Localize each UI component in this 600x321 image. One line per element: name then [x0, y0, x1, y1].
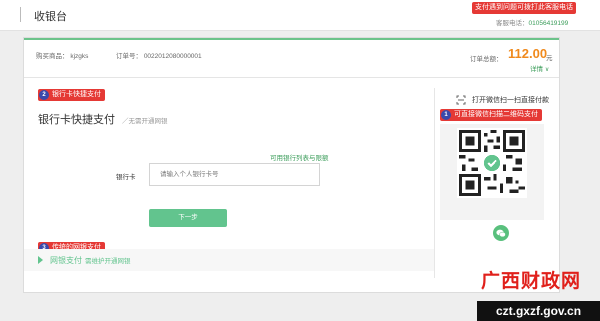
order-number-value: 0022012080000001: [143, 53, 202, 60]
netbank-subtitle: 需维护开通网银: [85, 258, 131, 265]
help-annotation: 支付遇到问题可拨打此客服电话: [472, 2, 576, 14]
annotation-number-badge: 1: [441, 110, 451, 120]
order-detail-link[interactable]: 详情 ∨: [530, 63, 549, 73]
detail-link-label: 详情: [530, 66, 543, 73]
support-phone: 客服电话：01056419199: [496, 17, 568, 27]
wechat-scan-text: 打开微信扫一扫直接付款: [472, 97, 549, 104]
netbank-option[interactable]: 网银支付 需维护开通网银: [24, 249, 434, 271]
page-title: 收银台: [34, 11, 67, 23]
site-domain: czt.gxzf.gov.cn: [477, 301, 600, 321]
bank-pay-title: 银行卡快捷支付: [38, 114, 115, 126]
qr-panel: [440, 124, 544, 220]
site-logo: 广西财政网: [481, 270, 582, 292]
top-bar: 收银台 支付遇到问题可拨打此客服电话 客服电话：01056419199: [0, 0, 600, 31]
bank-card-input[interactable]: [149, 163, 320, 186]
support-phone-number: 01056419199: [528, 20, 569, 27]
column-divider: [434, 88, 435, 278]
checkout-card: 购买商品： kjzgks 订单号： 0022012080000001 订单总额：…: [23, 37, 560, 293]
annotation-text: 可直接微信扫描二维码支付: [454, 111, 538, 118]
annotation-bank-quick: 2 银行卡快捷支付: [38, 89, 105, 101]
goods-info: 购买商品： kjzgks: [36, 50, 88, 60]
total-label: 订单总额：: [470, 56, 503, 63]
bank-pay-subtitle: ／无需开通网银: [122, 118, 168, 125]
bank-card-label: 银行卡: [116, 174, 136, 181]
wechat-scan-header: 打开微信扫一扫直接付款: [456, 95, 549, 105]
qr-code-icon[interactable]: [457, 128, 527, 198]
support-phone-label: 客服电话：: [496, 20, 529, 27]
annotation-wechat: 1 可直接微信扫描二维码支付: [440, 109, 542, 121]
wechat-icon: [493, 225, 509, 241]
order-amount: 112.00: [508, 46, 548, 61]
bank-list-link[interactable]: 可用银行列表与限额: [270, 152, 329, 162]
currency-unit: 元: [546, 55, 553, 62]
brand-divider: [20, 7, 21, 22]
scan-icon: [456, 95, 466, 105]
netbank-label: 网银支付 需维护开通网银: [50, 255, 131, 266]
order-number: 订单号： 0022012080000001: [116, 50, 202, 60]
netbank-title: 网银支付: [50, 256, 82, 265]
order-number-label: 订单号：: [116, 53, 142, 60]
chevron-down-icon: ∨: [544, 67, 550, 73]
triangle-right-icon: [38, 256, 43, 264]
order-summary: 购买商品： kjzgks 订单号： 0022012080000001 订单总额：…: [24, 40, 559, 78]
goods-value: kjzgks: [70, 53, 89, 60]
annotation-number-badge: 2: [39, 90, 49, 100]
next-step-button[interactable]: 下一步: [149, 209, 227, 227]
goods-label: 购买商品：: [36, 53, 69, 60]
annotation-text: 银行卡快捷支付: [52, 91, 101, 98]
